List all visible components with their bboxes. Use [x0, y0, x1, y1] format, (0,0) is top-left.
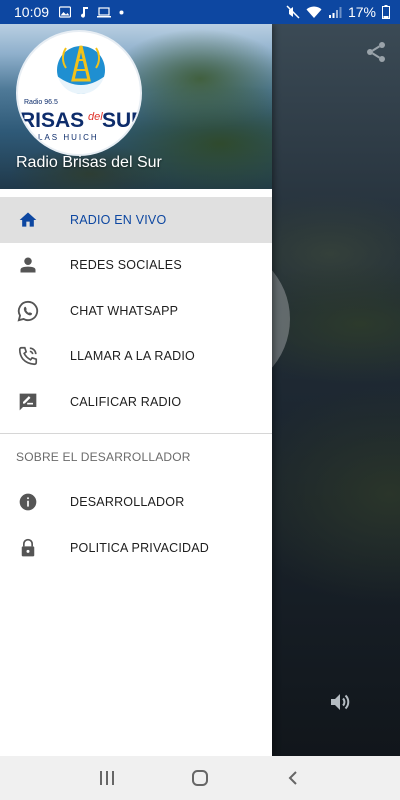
status-icons-right: 17% [286, 4, 390, 20]
lock-icon [16, 536, 40, 560]
battery-percent: 17% [347, 4, 376, 20]
share-icon[interactable] [364, 40, 388, 64]
home-nav-button[interactable] [180, 758, 220, 798]
wifi-icon [306, 6, 322, 18]
music-icon [81, 7, 89, 18]
logo-freq: Radio 96.5 [24, 99, 58, 106]
status-bar: 10:09 17% [0, 0, 400, 24]
phone-call-icon [16, 344, 40, 368]
drawer-header: Radio 96.5 RISAS del SUR LAS HUICH Radio… [0, 24, 272, 189]
volume-icon[interactable] [328, 690, 352, 714]
info-icon [16, 490, 40, 514]
station-logo: Radio 96.5 RISAS del SUR LAS HUICH [16, 30, 142, 156]
menu-item-redes-sociales[interactable]: REDES SOCIALES [0, 243, 272, 289]
person-icon [16, 253, 40, 277]
app-name: Radio Brisas del Sur [16, 154, 162, 171]
navigation-drawer: Radio 96.5 RISAS del SUR LAS HUICH Radio… [0, 24, 272, 756]
battery-icon [382, 5, 390, 19]
recent-apps-icon [99, 771, 114, 785]
logo-tagline: LAS HUICH [38, 133, 99, 142]
menu-item-label: CALIFICAR RADIO [70, 394, 182, 409]
logo-name-del: del [88, 111, 103, 123]
system-nav-bar [0, 756, 400, 800]
recent-apps-button[interactable] [87, 758, 127, 798]
home-circle-icon [191, 770, 208, 786]
back-icon [288, 771, 298, 785]
mute-icon [286, 5, 300, 19]
back-nav-button[interactable] [273, 758, 313, 798]
menu-item-label: LLAMAR A LA RADIO [70, 349, 195, 364]
rate-review-icon [16, 390, 40, 414]
logo-name-right: SUR [102, 109, 142, 132]
menu-item-desarrollador[interactable]: DESARROLLADOR [0, 480, 272, 526]
menu-item-politica-privacidad[interactable]: POLITICA PRIVACIDAD [0, 525, 272, 571]
section-title-developer: SOBRE EL DESARROLLADOR [16, 449, 191, 464]
signal-icon [328, 6, 342, 18]
menu-item-label: RADIO EN VIVO [70, 212, 167, 227]
menu-item-chat-whatsapp[interactable]: CHAT WHATSAPP [0, 288, 272, 334]
menu-item-label: POLITICA PRIVACIDAD [70, 540, 210, 555]
menu-item-radio-en-vivo[interactable]: RADIO EN VIVO [0, 197, 272, 243]
menu-item-calificar-radio[interactable]: CALIFICAR RADIO [0, 379, 272, 425]
menu-item-label: DESARROLLADOR [70, 495, 185, 510]
logo-name-left: RISAS [20, 109, 84, 132]
gallery-icon [59, 6, 72, 18]
menu-item-llamar-a-la-radio[interactable]: LLAMAR A LA RADIO [0, 334, 272, 380]
home-icon [16, 208, 40, 232]
status-time: 10:09 [14, 4, 50, 20]
drawer-menu: RADIO EN VIVO REDES SOCIALES CHAT WHATSA… [0, 189, 272, 571]
menu-item-label: REDES SOCIALES [70, 258, 182, 273]
radio-tower-logo-icon: Radio 96.5 RISAS del SUR LAS HUICH [20, 45, 142, 142]
laptop-icon [97, 6, 112, 17]
dot-icon [119, 10, 124, 14]
status-icons-left [59, 6, 124, 18]
menu-item-label: CHAT WHATSAPP [70, 303, 179, 318]
whatsapp-icon [16, 299, 40, 323]
